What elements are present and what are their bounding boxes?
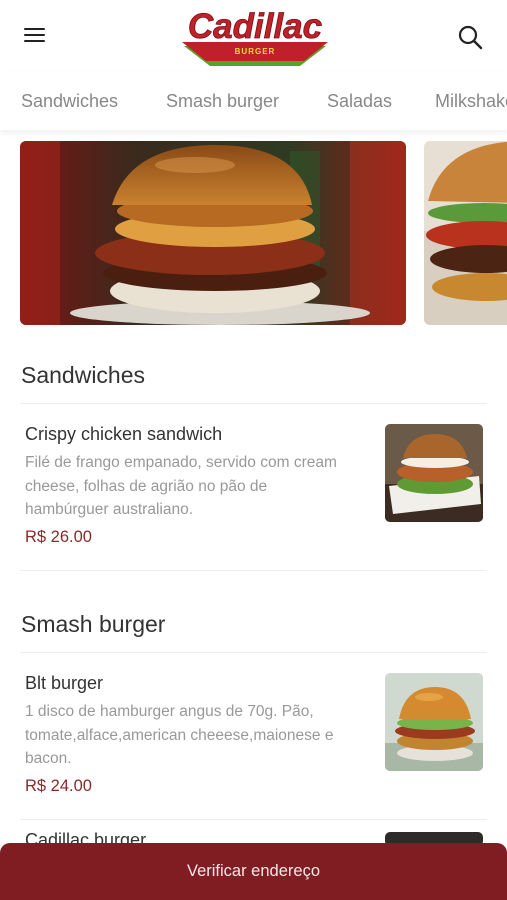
burger-photo-2 (424, 141, 507, 325)
item-description: Filé de frango empanado, servido com cre… (25, 454, 337, 518)
top-bar: Cadillac BURGER (0, 0, 507, 72)
tab-sandwiches[interactable]: Sandwiches (21, 91, 118, 112)
item-name: Crispy chicken sandwich (25, 424, 223, 444)
tab-saladas[interactable]: Saladas (327, 91, 392, 112)
divider (20, 652, 487, 653)
divider (20, 570, 487, 571)
brand-name: Cadillac (188, 7, 322, 46)
cadillac-burger-logo[interactable]: Cadillac BURGER (178, 4, 332, 68)
promo-banner-2[interactable] (424, 141, 507, 325)
tab-smash-burger[interactable]: Smash burger (166, 91, 279, 112)
burger-photo (20, 141, 406, 325)
menu-item-blt-burger[interactable]: Blt burger 1 disco de hamburger angus de… (20, 673, 487, 803)
item-thumbnail (385, 424, 483, 522)
item-price: R$ 26.00 (25, 528, 92, 546)
item-thumbnail (385, 673, 483, 771)
hamburger-menu-icon[interactable] (22, 26, 48, 48)
search-icon[interactable] (455, 22, 485, 52)
menu-item-crispy-chicken[interactable]: Crispy chicken sandwich Filé de frango e… (20, 424, 487, 554)
section-title-sandwiches: Sandwiches (21, 362, 146, 388)
item-name: Blt burger (25, 673, 104, 693)
divider (20, 403, 487, 404)
item-price: R$ 24.00 (25, 777, 92, 795)
brand-sub: BURGER (235, 47, 276, 56)
tab-milkshakes[interactable]: Milkshakes (435, 91, 507, 112)
divider (20, 819, 487, 820)
section-title-smash-burger: Smash burger (21, 611, 166, 637)
promo-banner[interactable] (20, 141, 406, 325)
item-description: 1 disco de hamburger angus de 70g. Pão, … (25, 703, 334, 767)
category-tabs: Sandwiches Smash burger Saladas Milkshak… (0, 72, 507, 130)
verify-address-button[interactable]: Verificar endereço (0, 843, 507, 900)
